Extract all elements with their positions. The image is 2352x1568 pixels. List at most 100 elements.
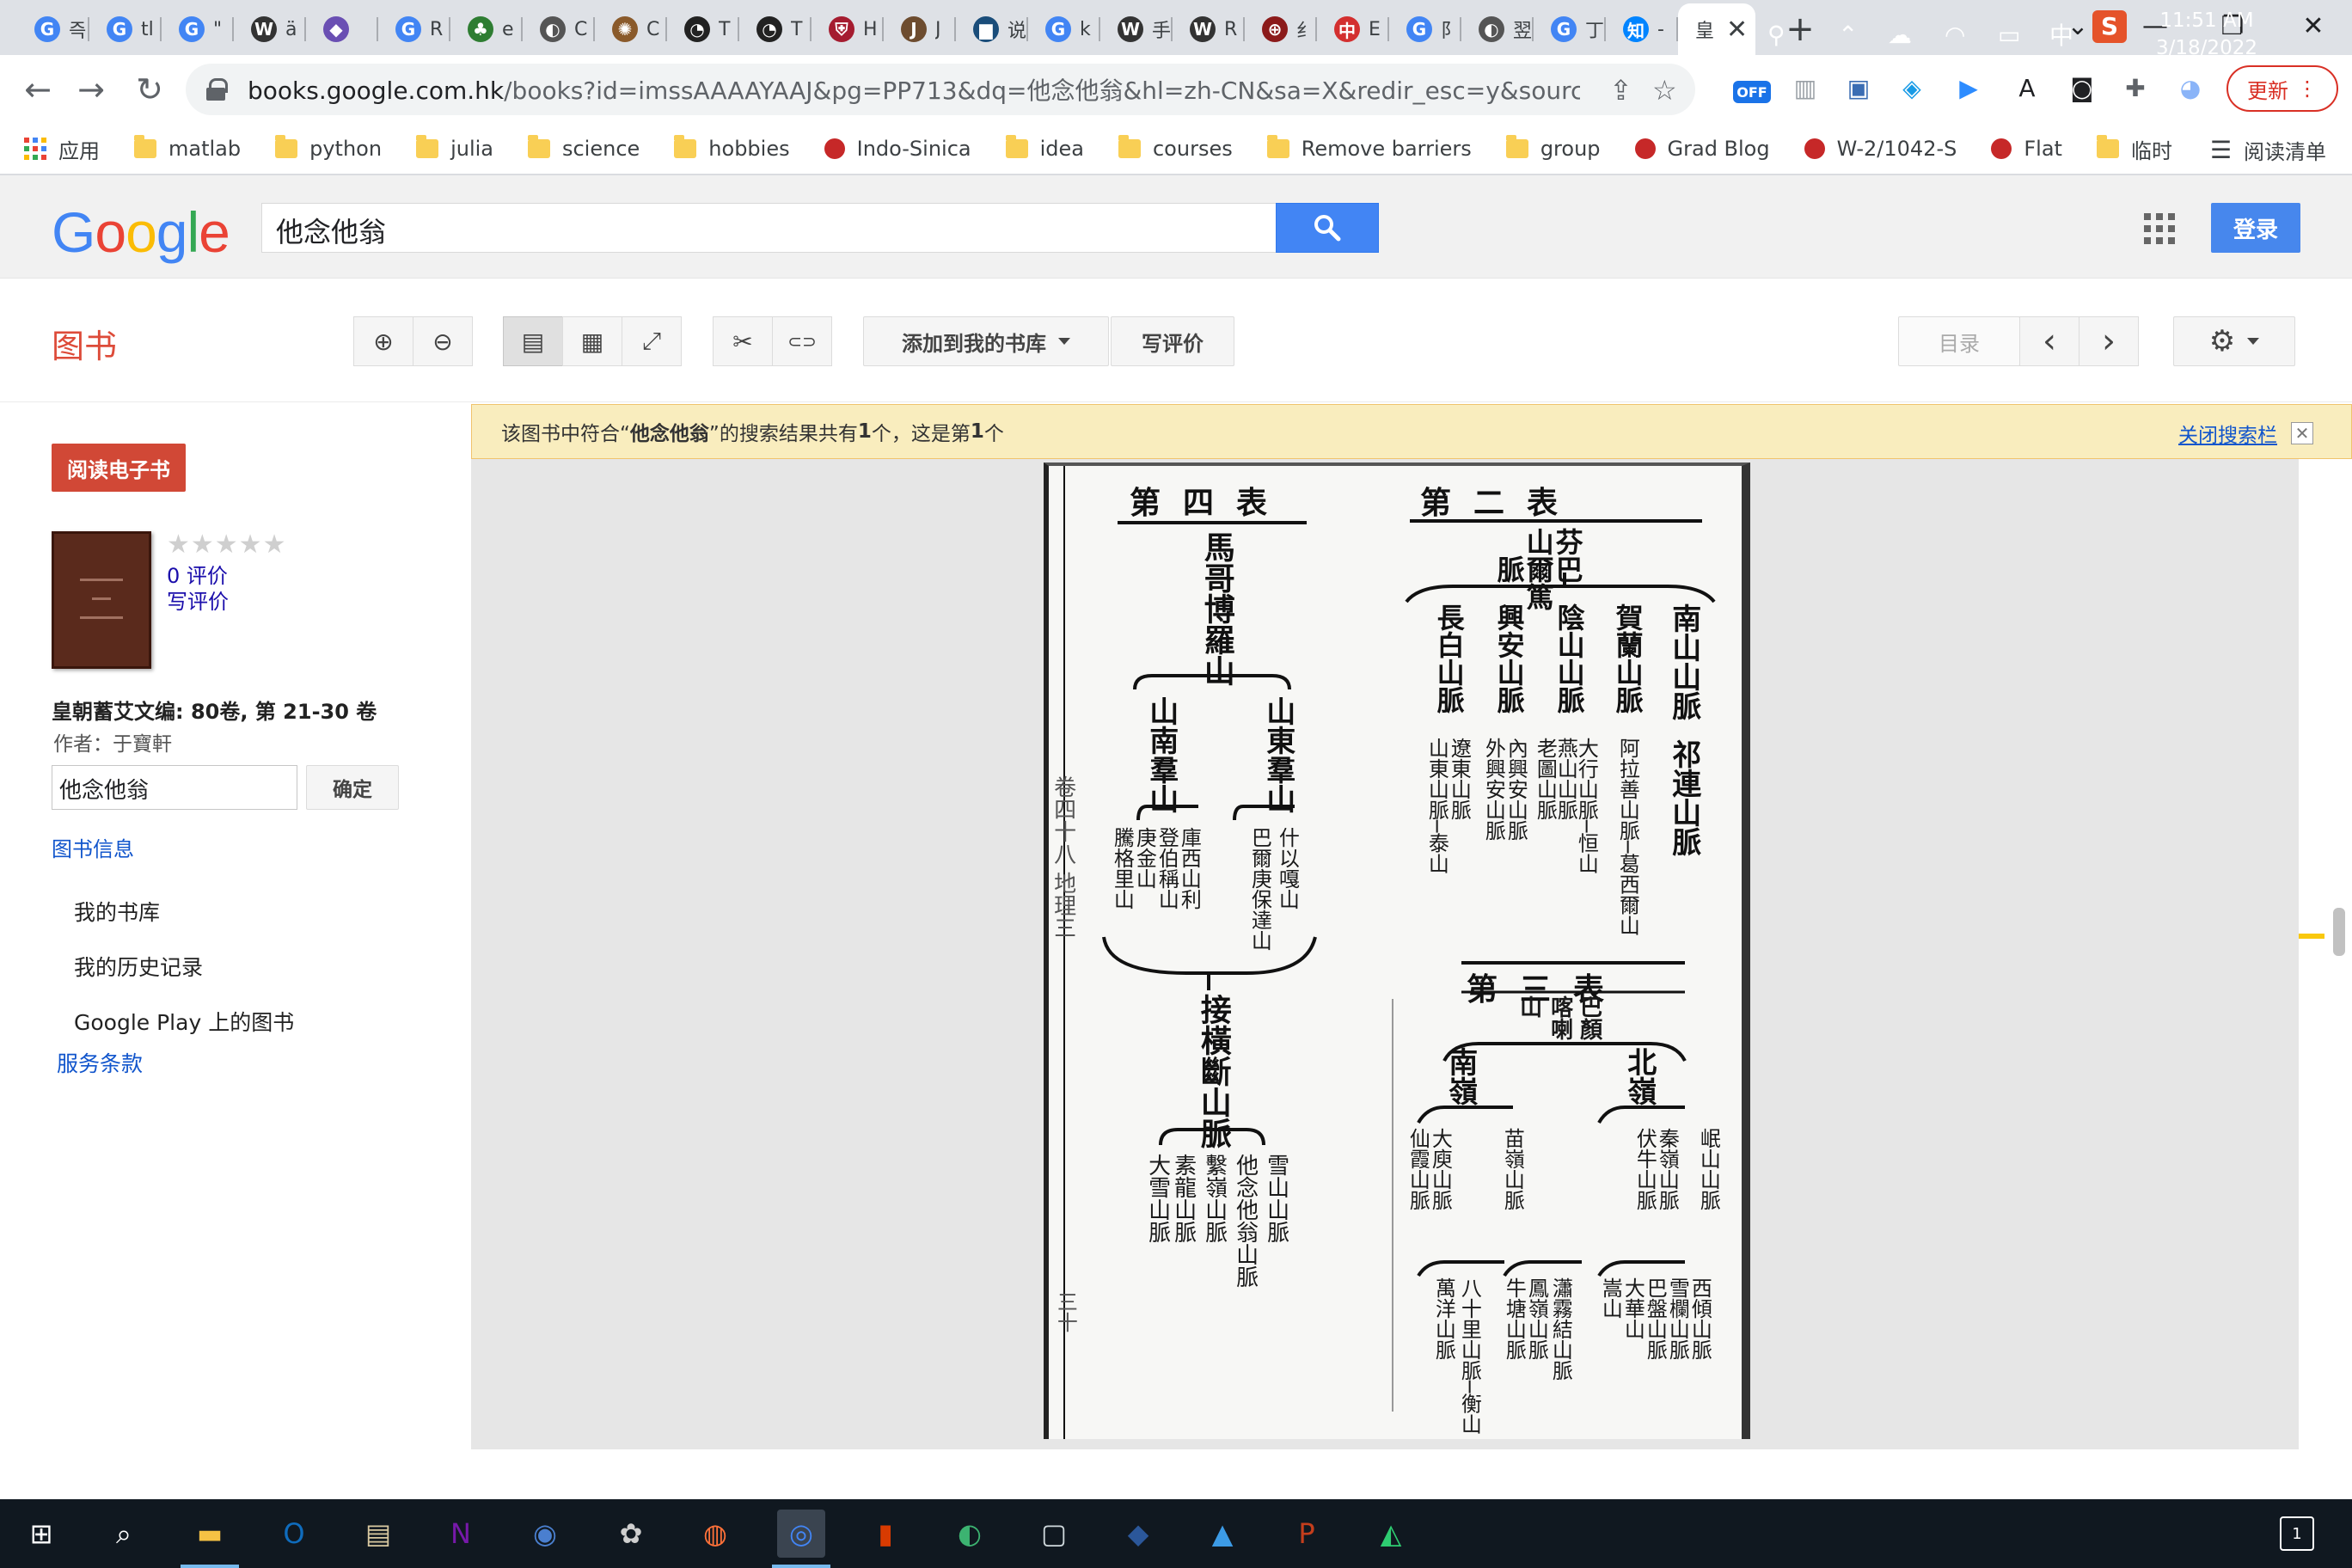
reload-button[interactable]: ↻ — [124, 64, 175, 115]
zoom-out-button[interactable]: ⊖ — [413, 316, 473, 366]
browser-tab[interactable]: JJ — [884, 3, 956, 55]
browser-tab[interactable]: ⊕ 纟 — [1245, 3, 1317, 55]
browser-tab[interactable]: 知- — [1606, 3, 1678, 55]
close-tab-icon[interactable]: ✕ — [1726, 15, 1748, 45]
notifications-icon[interactable]: 1 — [2280, 1516, 2314, 1551]
book-info-link[interactable]: 图书信息 — [52, 832, 134, 862]
forward-button[interactable]: → — [65, 64, 117, 115]
bookmark-item[interactable]: 应用 — [24, 134, 100, 164]
window-close-button[interactable]: ✕ — [2275, 0, 2352, 52]
office-icon[interactable]: ▮ — [861, 1510, 910, 1558]
browser-tab[interactable]: WR — [1173, 3, 1245, 55]
start-icon[interactable]: ⊞ — [17, 1510, 65, 1558]
bookmark-item[interactable]: python — [275, 135, 382, 161]
browser-tab[interactable]: Gk — [1028, 3, 1100, 55]
people-icon[interactable]: ⚲ — [1767, 21, 1802, 49]
wifi-icon[interactable]: ◠ — [1945, 21, 1979, 49]
notebook-extension-icon[interactable]: ▣ — [1840, 69, 1877, 107]
photos-icon[interactable]: ▲ — [1198, 1510, 1246, 1558]
bookmark-item[interactable]: 临时 — [2096, 134, 2172, 164]
powerpoint-icon[interactable]: P — [1283, 1510, 1331, 1558]
sogou-icon[interactable]: S — [2092, 9, 2127, 43]
file-explorer-icon[interactable]: ▬ — [186, 1510, 234, 1558]
browser-tab[interactable]: ⛨ H — [812, 3, 884, 55]
browser-tab[interactable]: G즉 — [17, 3, 89, 55]
onenote-icon[interactable]: N — [437, 1510, 485, 1558]
bookmark-item[interactable]: Flat — [1991, 137, 2062, 161]
link-button[interactable]: ⊂⊃ — [772, 316, 832, 366]
close-icon[interactable]: ✕ — [2291, 422, 2313, 444]
write-review-button[interactable]: 写评价 — [1111, 316, 1234, 366]
ime-icon[interactable]: 中 — [2049, 17, 2084, 52]
app-icon[interactable]: ◭ — [1367, 1510, 1415, 1558]
browser-tab[interactable]: ◔ T — [739, 3, 812, 55]
share-icon[interactable]: ⇪ — [1609, 74, 1632, 107]
bookmark-item[interactable]: julia — [416, 135, 493, 161]
chrome-icon[interactable]: ◎ — [777, 1510, 825, 1558]
zoom-extension-icon[interactable]: ▶ — [1950, 69, 1988, 107]
google-search-button[interactable] — [1276, 203, 1379, 253]
google-logo[interactable]: Google — [52, 199, 230, 265]
in-book-search-input[interactable]: 他念他翁 — [52, 765, 297, 810]
search-icon[interactable]: ⌕ — [100, 1510, 148, 1558]
browser-tab[interactable]: ✺ C — [595, 3, 667, 55]
browser-tab[interactable]: G丁 — [1534, 3, 1606, 55]
google-search-input[interactable]: 他念他翁 — [261, 203, 1276, 253]
browser-tab[interactable]: W手 — [1100, 3, 1173, 55]
browser-tab[interactable]: ♣ e — [450, 3, 523, 55]
url-text[interactable]: books.google.com.hk/books?id=imssAAAAYAA… — [248, 72, 1580, 107]
thumbnails-button[interactable]: ▦ — [562, 316, 622, 366]
toc-button[interactable]: 目录 — [1898, 316, 2020, 366]
add-to-library-button[interactable]: 添加到我的书库 — [863, 316, 1109, 366]
bookmark-item[interactable]: Remove barriers — [1266, 135, 1472, 161]
app-icon[interactable]: ▢ — [1030, 1510, 1078, 1558]
prev-page-button[interactable]: ‹ — [2019, 316, 2079, 366]
reader-icon[interactable]: ▤ — [354, 1510, 402, 1558]
login-button[interactable]: 登录 — [2211, 203, 2300, 253]
next-page-button[interactable]: › — [2079, 316, 2139, 366]
play-books-link[interactable]: Google Play 上的图书 — [74, 1006, 294, 1037]
puzzle-extension-icon[interactable]: ✚ — [2116, 69, 2154, 107]
browser-tab[interactable]: ◔ T — [667, 3, 739, 55]
browser-tab[interactable]: Wä — [234, 3, 306, 55]
app-icon[interactable]: ◉ — [521, 1510, 569, 1558]
font-extension-icon[interactable]: A — [2008, 69, 2046, 107]
battery-icon[interactable]: ▭ — [1998, 21, 2032, 49]
book-cover[interactable] — [52, 531, 151, 669]
history-link[interactable]: 我的历史记录 — [74, 951, 203, 982]
off-extension-icon[interactable]: OFF — [1733, 81, 1771, 103]
app-icon[interactable]: ✿ — [607, 1510, 655, 1558]
mask-extension-icon[interactable]: ◙ — [2063, 69, 2101, 107]
viewer-scrollbar-track[interactable] — [2299, 459, 2352, 1449]
bookmark-item[interactable]: idea — [1005, 135, 1084, 161]
books-title[interactable]: 图书 — [52, 320, 117, 367]
browser-tab[interactable]: Gtl — [89, 3, 162, 55]
bookmark-item[interactable]: courses — [1118, 135, 1233, 161]
bookmark-item[interactable]: hobbies — [674, 135, 790, 161]
bookmark-item[interactable]: group — [1505, 135, 1601, 161]
browser-tab[interactable]: G阝 — [1389, 3, 1461, 55]
terms-link[interactable]: 服务条款 — [57, 1047, 143, 1078]
outlook-icon[interactable]: O — [270, 1510, 318, 1558]
bookmark-item[interactable]: W-2/1042-S — [1804, 137, 1957, 161]
clip-button[interactable]: ✂ — [713, 316, 773, 366]
browser-tab[interactable]: GR — [378, 3, 450, 55]
bookmark-item[interactable]: Indo-Sinica — [824, 137, 971, 161]
app-icon[interactable]: ◐ — [946, 1510, 994, 1558]
search-hit-marker[interactable] — [2299, 934, 2324, 939]
onedrive-icon[interactable]: ☁ — [1888, 21, 1922, 49]
close-search-bar-link[interactable]: 关闭搜索栏 — [2178, 419, 2277, 448]
bookmark-star-icon[interactable]: ☆ — [1652, 74, 1677, 107]
browser-tab[interactable]: ◐ 翌 — [1461, 3, 1534, 55]
system-clock[interactable]: 11:51 AM 3/18/2022 — [2142, 7, 2271, 62]
fullscreen-button[interactable]: ⤢ — [622, 316, 682, 366]
bookmark-item[interactable]: matlab — [134, 135, 241, 161]
firefox-icon[interactable]: ◍ — [691, 1510, 739, 1558]
tray-chevron-icon[interactable]: ⌃ — [1838, 21, 1872, 49]
read-ebook-button[interactable]: 阅读电子书 — [52, 444, 186, 492]
avatar-extension-icon[interactable]: ◕ — [2171, 69, 2209, 107]
reading-list-button[interactable]: ☰ 阅读清单 — [2210, 124, 2326, 175]
zoom-in-button[interactable]: ⊕ — [353, 316, 413, 366]
my-library-link[interactable]: 我的书库 — [74, 896, 160, 927]
active-browser-tab[interactable]: 皇 ✕ — [1678, 3, 1755, 55]
